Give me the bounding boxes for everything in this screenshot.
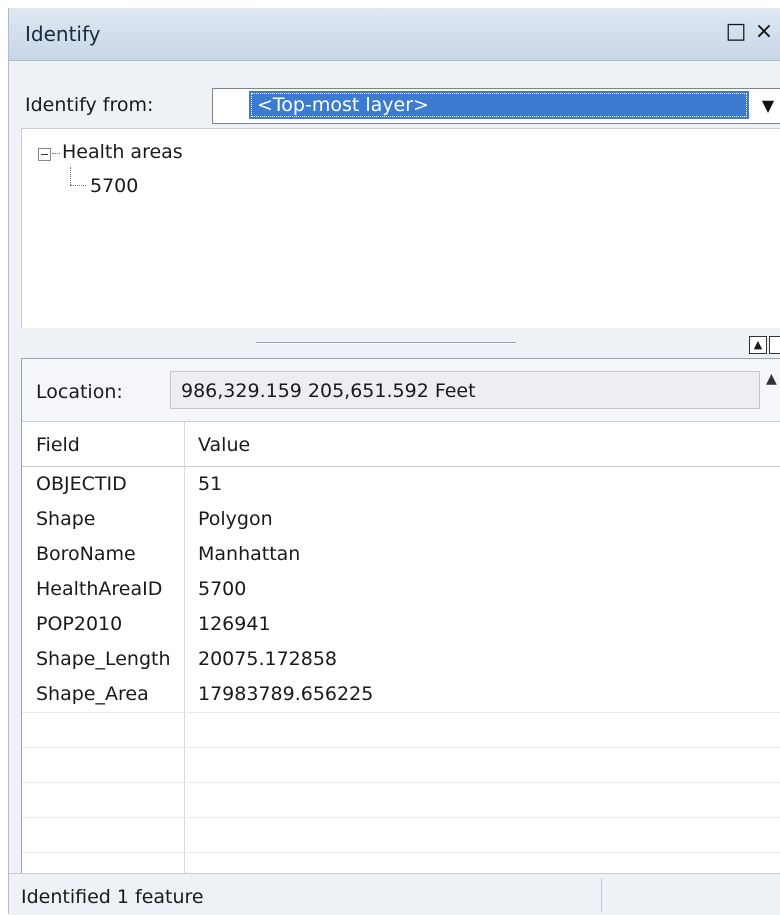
dropdown-selected-value: <Top-most layer> <box>249 91 749 119</box>
tree-connector <box>70 167 71 185</box>
empty-row <box>22 817 780 853</box>
field-value: 20075.172858 <box>198 648 338 670</box>
splitter-grip[interactable] <box>256 342 516 344</box>
field-value: 126941 <box>198 613 271 635</box>
identify-window: Identify □ × Identify from: <Top-most la… <box>8 8 780 915</box>
close-icon[interactable]: × <box>753 20 775 44</box>
tree-connector <box>70 185 86 186</box>
location-field[interactable]: 986,329.159 205,651.592 Feet <box>170 371 760 409</box>
field-name: OBJECTID <box>36 473 127 495</box>
field-name: BoroName <box>36 543 136 565</box>
title-bar[interactable]: Identify □ × <box>9 8 780 61</box>
table-header: Field Value <box>22 422 780 467</box>
identify-from-dropdown[interactable]: <Top-most layer> ▼ <box>212 88 780 124</box>
empty-row <box>22 712 780 748</box>
table-row[interactable]: OBJECTID 51 <box>22 467 780 502</box>
column-header-value[interactable]: Value <box>198 434 250 456</box>
field-value: Manhattan <box>198 543 301 565</box>
table-row[interactable]: Shape_Area 17983789.656225 <box>22 677 780 713</box>
field-name: Shape_Length <box>36 648 171 670</box>
table-row[interactable]: POP2010 126941 <box>22 607 780 642</box>
identify-from-label: Identify from: <box>25 94 154 116</box>
location-label: Location: <box>36 381 123 403</box>
tree-layer-node[interactable]: Health areas <box>62 141 183 163</box>
tree-feature-node[interactable]: 5700 <box>90 175 138 197</box>
field-name: HealthAreaID <box>36 578 163 600</box>
layout-icon[interactable] <box>769 336 780 354</box>
field-value: Polygon <box>198 508 273 530</box>
empty-row <box>22 782 780 818</box>
window-title: Identify <box>25 22 101 46</box>
field-value: 51 <box>198 473 223 495</box>
status-divider <box>601 878 602 912</box>
table-row[interactable]: Shape_Length 20075.172858 <box>22 642 780 677</box>
field-name: Shape_Area <box>36 683 149 705</box>
status-bar: Identified 1 feature <box>9 873 780 915</box>
table-row[interactable]: Shape Polygon <box>22 502 780 537</box>
field-value: 17983789.656225 <box>198 683 374 705</box>
empty-row <box>22 747 780 783</box>
field-name: POP2010 <box>36 613 123 635</box>
attribute-table: Field Value OBJECTID 51 Shape Polygon Bo… <box>22 421 780 875</box>
status-text: Identified 1 feature <box>21 886 204 908</box>
table-row[interactable]: HealthAreaID 5700 <box>22 572 780 607</box>
column-header-field[interactable]: Field <box>36 434 80 456</box>
field-value: 5700 <box>198 578 247 600</box>
panel-splitter[interactable]: ▲ <box>21 328 780 358</box>
pin-icon[interactable]: ▲ <box>749 336 767 354</box>
collapse-icon[interactable] <box>38 148 51 161</box>
results-tree: Health areas 5700 <box>21 128 780 329</box>
scroll-up-icon[interactable]: ▲ <box>766 371 777 387</box>
identify-from-row: Identify from: <Top-most layer> ▼ <box>9 68 780 128</box>
maximize-icon[interactable]: □ <box>725 20 747 44</box>
field-name: Shape <box>36 508 96 530</box>
tree-connector <box>52 153 60 154</box>
chevron-down-icon[interactable]: ▼ <box>753 89 780 123</box>
table-row[interactable]: BoroName Manhattan <box>22 537 780 572</box>
attributes-panel: Location: 986,329.159 205,651.592 Feet ▲… <box>21 358 780 875</box>
